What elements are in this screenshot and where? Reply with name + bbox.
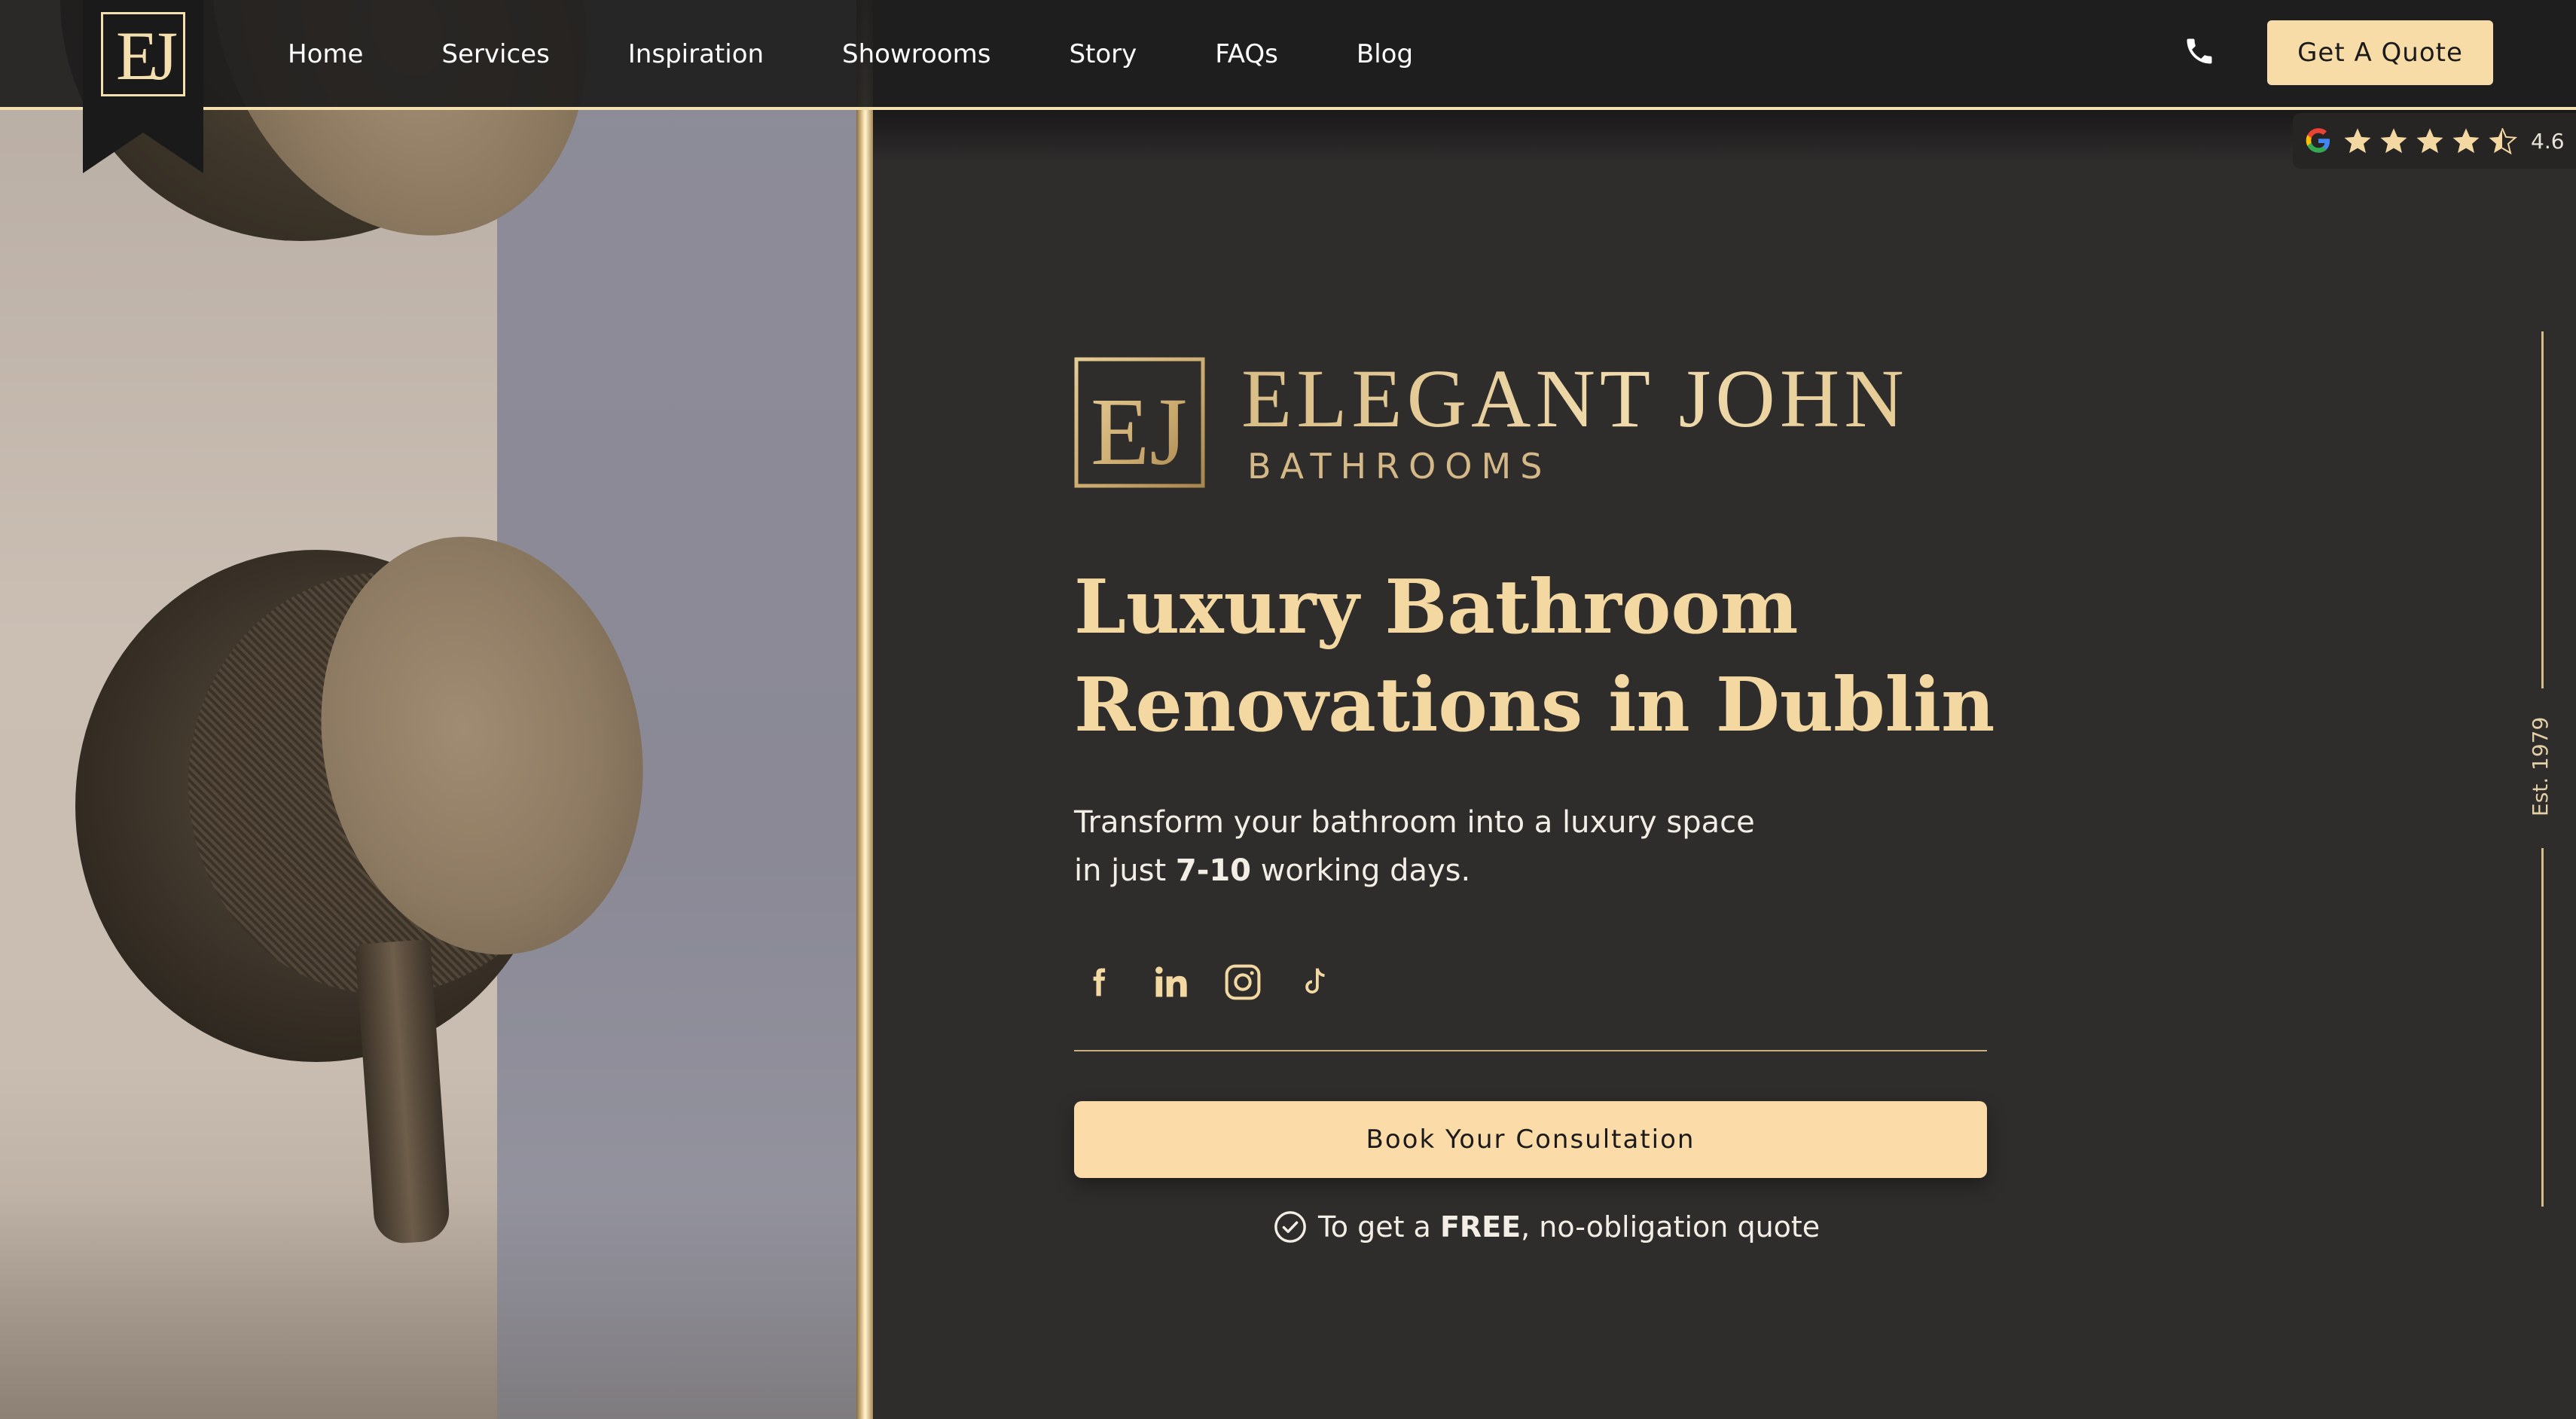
note-suffix: , no-obligation quote bbox=[1521, 1210, 1821, 1244]
nav-services[interactable]: Services bbox=[441, 39, 549, 69]
facebook-icon[interactable] bbox=[1077, 961, 1119, 1003]
headline-line-1: Luxury Bathroom bbox=[1074, 564, 1799, 651]
content-divider bbox=[1074, 1050, 1987, 1051]
subtext-days: 7-10 bbox=[1175, 853, 1251, 888]
google-icon bbox=[2306, 128, 2330, 153]
logo-initials: EJ bbox=[101, 12, 185, 96]
brand-subtitle: BATHROOMS bbox=[1247, 446, 1552, 487]
instagram-icon[interactable] bbox=[1222, 961, 1264, 1003]
social-links bbox=[1077, 961, 1366, 1003]
linkedin-icon[interactable] bbox=[1149, 961, 1192, 1003]
star-icon bbox=[2452, 128, 2480, 154]
star-icon bbox=[2416, 128, 2443, 154]
est-line-top bbox=[2541, 331, 2544, 688]
hero-subtext: Transform your bathroom into a luxury sp… bbox=[1074, 798, 1827, 895]
established-label: Est. 1979 bbox=[2528, 716, 2553, 816]
nav-story[interactable]: Story bbox=[1069, 39, 1137, 69]
subtext-suffix: working days. bbox=[1251, 853, 1471, 888]
headline-line-2: Renovations in Dublin bbox=[1074, 662, 1995, 749]
star-icon bbox=[2380, 128, 2407, 154]
header-logo[interactable]: EJ bbox=[83, 0, 203, 173]
book-consultation-button[interactable]: Book Your Consultation bbox=[1074, 1101, 1987, 1178]
note-prefix: To get a bbox=[1318, 1210, 1440, 1244]
nav-home[interactable]: Home bbox=[288, 39, 363, 69]
subtext-line-1: Transform your bathroom into a luxury sp… bbox=[1074, 805, 1755, 840]
star-icon bbox=[2344, 128, 2371, 154]
brand-monogram: EJ bbox=[1074, 357, 1205, 488]
main-nav: Home Services Inspiration Showrooms Stor… bbox=[288, 32, 1491, 77]
note-free: FREE bbox=[1439, 1210, 1521, 1244]
half-star-icon bbox=[2489, 127, 2517, 155]
rating-stars bbox=[2343, 126, 2523, 156]
get-quote-button[interactable]: Get A Quote bbox=[2267, 20, 2493, 85]
nav-faqs[interactable]: FAQs bbox=[1215, 39, 1278, 69]
hero-headline: Luxury Bathroom Renovations in Dublin bbox=[1074, 559, 1995, 755]
free-quote-note: To get a FREE, no-obligation quote bbox=[1273, 1210, 1820, 1244]
check-circle-icon bbox=[1274, 1211, 1306, 1243]
brand-name: ELEGANT JOHN bbox=[1241, 352, 1909, 444]
nav-showrooms[interactable]: Showrooms bbox=[842, 39, 990, 69]
gold-divider-bar bbox=[856, 0, 873, 1419]
google-rating-badge[interactable]: 4.6 bbox=[2293, 113, 2576, 169]
phone-icon[interactable] bbox=[2183, 35, 2216, 68]
subtext-prefix: in just bbox=[1074, 853, 1176, 888]
subtext-line-2: in just 7-10 working days. bbox=[1074, 847, 1827, 895]
tiktok-icon[interactable] bbox=[1294, 961, 1336, 1003]
image-shadow bbox=[0, 1193, 859, 1419]
nav-inspiration[interactable]: Inspiration bbox=[628, 39, 764, 69]
svg-text:EJ: EJ bbox=[1091, 378, 1187, 485]
hero-image bbox=[0, 0, 859, 1419]
est-line-bottom bbox=[2541, 848, 2544, 1207]
nav-blog[interactable]: Blog bbox=[1357, 39, 1413, 69]
rating-score: 4.6 bbox=[2531, 128, 2565, 154]
